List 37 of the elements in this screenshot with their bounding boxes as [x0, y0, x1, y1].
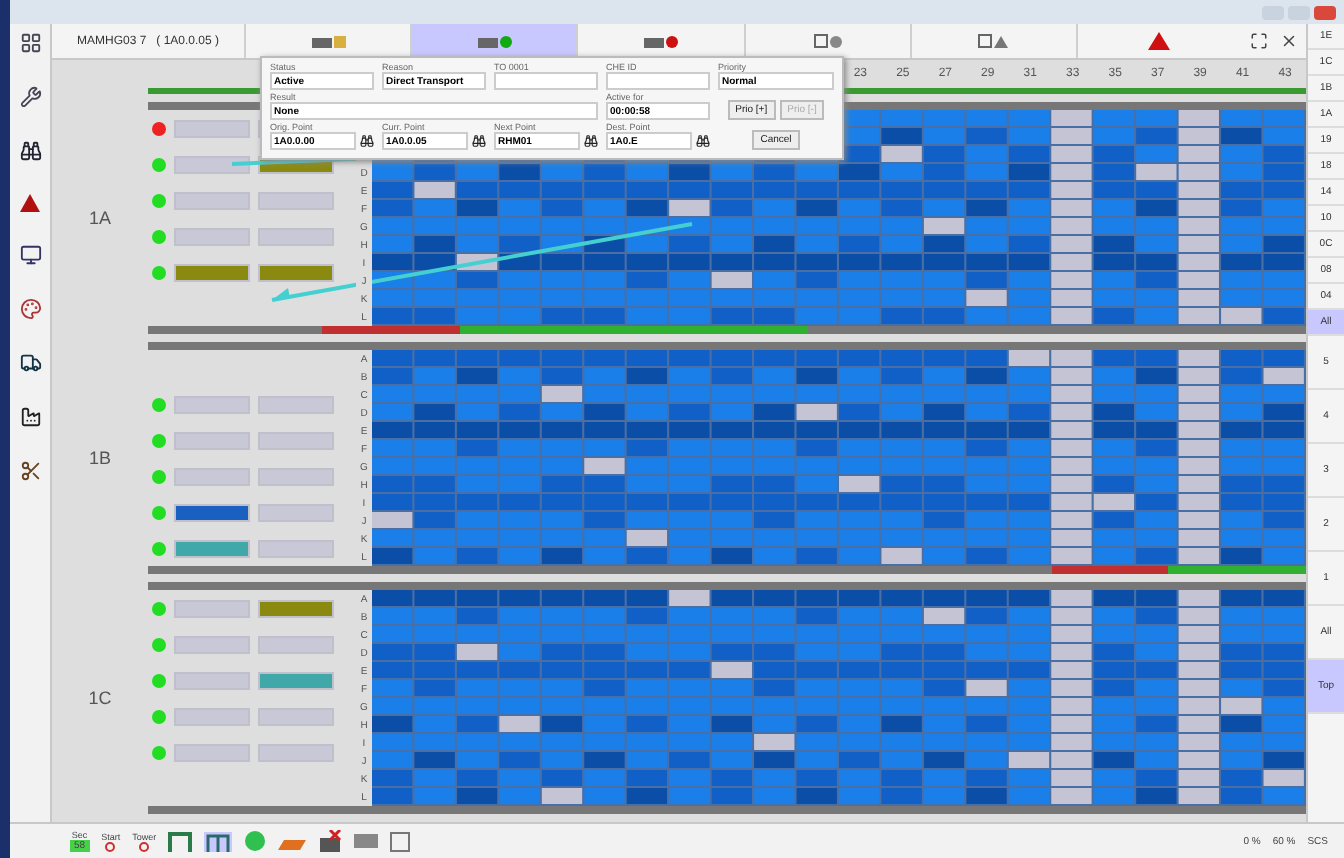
binoculars-icon[interactable] [472, 134, 486, 148]
view-tab[interactable] [410, 24, 577, 58]
status-dot-icon [665, 35, 678, 47]
triangle-icon [994, 35, 1009, 47]
close-button[interactable] [1314, 5, 1336, 19]
tools-icon[interactable] [19, 460, 41, 482]
palette-icon[interactable] [19, 298, 41, 320]
binoculars-icon[interactable] [360, 134, 374, 148]
bay-label: 1B [86, 446, 113, 472]
panel-icon[interactable] [390, 831, 411, 851]
status-dot-icon [499, 35, 512, 47]
alarm-icon [104, 841, 117, 851]
bay-label: 1C [86, 686, 114, 712]
gate-icon[interactable] [204, 831, 233, 851]
field-value [606, 72, 710, 90]
truck-icon[interactable] [19, 352, 41, 374]
status-dot-icon[interactable] [244, 830, 267, 852]
warning-icon [1148, 32, 1171, 50]
monitor-icon[interactable] [19, 244, 41, 266]
close-icon[interactable] [1280, 32, 1299, 50]
field-value [494, 72, 598, 90]
bay-label: 1A [86, 206, 113, 232]
circle-icon [829, 35, 842, 47]
gate-icon[interactable] [168, 831, 193, 851]
container-icon[interactable] [354, 834, 379, 848]
alarm-icon [138, 841, 151, 851]
factory-icon[interactable] [19, 406, 41, 428]
warning-icon[interactable] [20, 194, 40, 212]
box-icon [978, 34, 993, 48]
box-icon [813, 34, 828, 48]
binoculars-icon[interactable] [19, 140, 41, 162]
grid-icon[interactable] [19, 32, 41, 54]
binoculars-icon[interactable] [696, 134, 710, 148]
focus-icon[interactable] [1250, 32, 1269, 50]
wrench-icon[interactable] [19, 86, 41, 108]
box-icon [333, 35, 346, 47]
binoculars-icon[interactable] [584, 134, 598, 148]
